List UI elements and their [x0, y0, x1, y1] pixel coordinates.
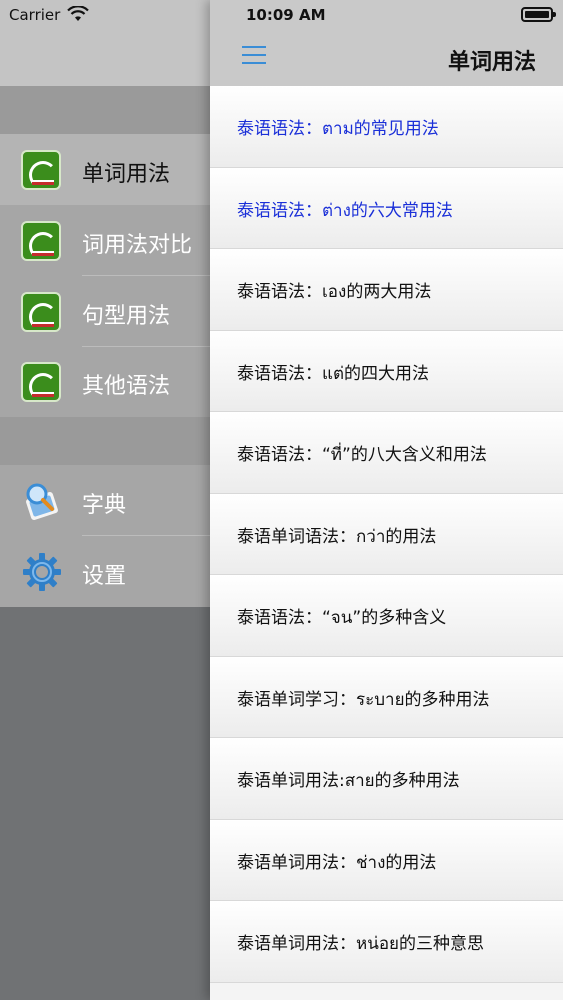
list-item-title: 泰语语法：ต่าง的六大常用法: [237, 200, 453, 221]
status-bar-left: Carrier: [0, 0, 210, 86]
list-item[interactable]: 泰语单词用法：ช่าง的用法: [210, 819, 563, 901]
grammar-book-icon: [21, 292, 61, 332]
drawer-grammar-group: 单词用法 词用法对比 句型用法 其他语法: [0, 134, 210, 417]
side-drawer: Carrier 单词用法 词用法对比 句型用法 其他语法 字典 设置: [0, 0, 210, 1000]
drawer-item-label: 词用法对比: [82, 233, 193, 258]
dictionary-icon: [26, 483, 58, 521]
list-item-title: 泰语单词语法：กว่า的用法: [237, 526, 437, 547]
page-title: 单词用法: [447, 50, 536, 75]
list-item-title: 泰语语法：“ที่”的八大含义和用法: [237, 445, 487, 465]
drawer-item-label: 设置: [82, 564, 127, 589]
grammar-book-icon: [21, 362, 61, 402]
drawer-item-usage-compare[interactable]: 词用法对比: [0, 205, 210, 276]
list-item-title: 泰语单词用法:สาย的多种用法: [237, 771, 460, 791]
grammar-book-icon: [21, 150, 61, 190]
drawer-item-dictionary[interactable]: 字典: [0, 465, 210, 536]
list-item[interactable]: 泰语语法：เอง的两大用法: [210, 249, 563, 331]
main-panel: 10:09 AM 单词用法 泰语语法：ตาม的常见用法 泰语语法：ต่าง的六大…: [210, 0, 563, 1000]
carrier-label: Carrier: [9, 6, 61, 24]
drawer-item-label: 字典: [82, 493, 127, 518]
list-item[interactable]: 泰语语法：แต่的四大用法: [210, 330, 563, 412]
list-item[interactable]: 泰语单词用法：หน่อย的三种意思: [210, 901, 563, 983]
drawer-spacer-middle: [0, 417, 210, 465]
status-time: 10:09 AM: [246, 6, 326, 24]
list-item-title: 泰语语法：“จน”的多种含义: [237, 608, 447, 628]
list-item[interactable]: 泰语语法：ต่าง的六大常用法: [210, 167, 563, 249]
list-item-title: 泰语语法：ตาม的常见用法: [237, 119, 439, 139]
grammar-book-icon: [21, 221, 61, 261]
list-item[interactable]: 泰语单词学习：ระบาย的多种用法: [210, 656, 563, 738]
drawer-item-other-grammar[interactable]: 其他语法: [0, 346, 210, 417]
drawer-item-label: 其他语法: [82, 374, 171, 399]
list-item-title: 泰语单词用法：ช่าง的用法: [237, 852, 437, 873]
list-item-title: 泰语单词用法：หน่อย的三种意思: [237, 934, 484, 954]
navigation-bar: 10:09 AM 单词用法: [210, 0, 563, 86]
gear-icon: [23, 553, 61, 591]
wifi-icon: [67, 6, 89, 21]
drawer-item-settings[interactable]: 设置: [0, 536, 210, 607]
drawer-item-label: 单词用法: [82, 162, 171, 187]
drawer-item-sentence-patterns[interactable]: 句型用法: [0, 276, 210, 347]
list-item[interactable]: 泰语语法：ตาม的常见用法: [210, 86, 563, 168]
list-item-title: 泰语单词学习：ระบาย的多种用法: [237, 689, 490, 710]
list-item-title: 泰语语法：แต่的四大用法: [237, 363, 429, 384]
drawer-item-word-usage[interactable]: 单词用法: [0, 134, 210, 205]
article-list: 泰语语法：ตาม的常见用法 泰语语法：ต่าง的六大常用法 泰语语法：เอง的两…: [210, 86, 563, 983]
list-item[interactable]: 泰语语法：“จน”的多种含义: [210, 575, 563, 657]
list-item-title: 泰语语法：เอง的两大用法: [237, 282, 432, 302]
drawer-spacer-top: [0, 86, 210, 134]
battery-icon: [521, 7, 556, 22]
list-item[interactable]: 泰语单词用法:สาย的多种用法: [210, 738, 563, 820]
drawer-tools-group: 字典 设置: [0, 465, 210, 607]
list-item[interactable]: 泰语单词语法：กว่า的用法: [210, 493, 563, 575]
menu-toggle-button[interactable]: [242, 45, 266, 65]
drawer-item-label: 句型用法: [82, 304, 171, 329]
list-item[interactable]: 泰语语法：“ที่”的八大含义和用法: [210, 412, 563, 494]
